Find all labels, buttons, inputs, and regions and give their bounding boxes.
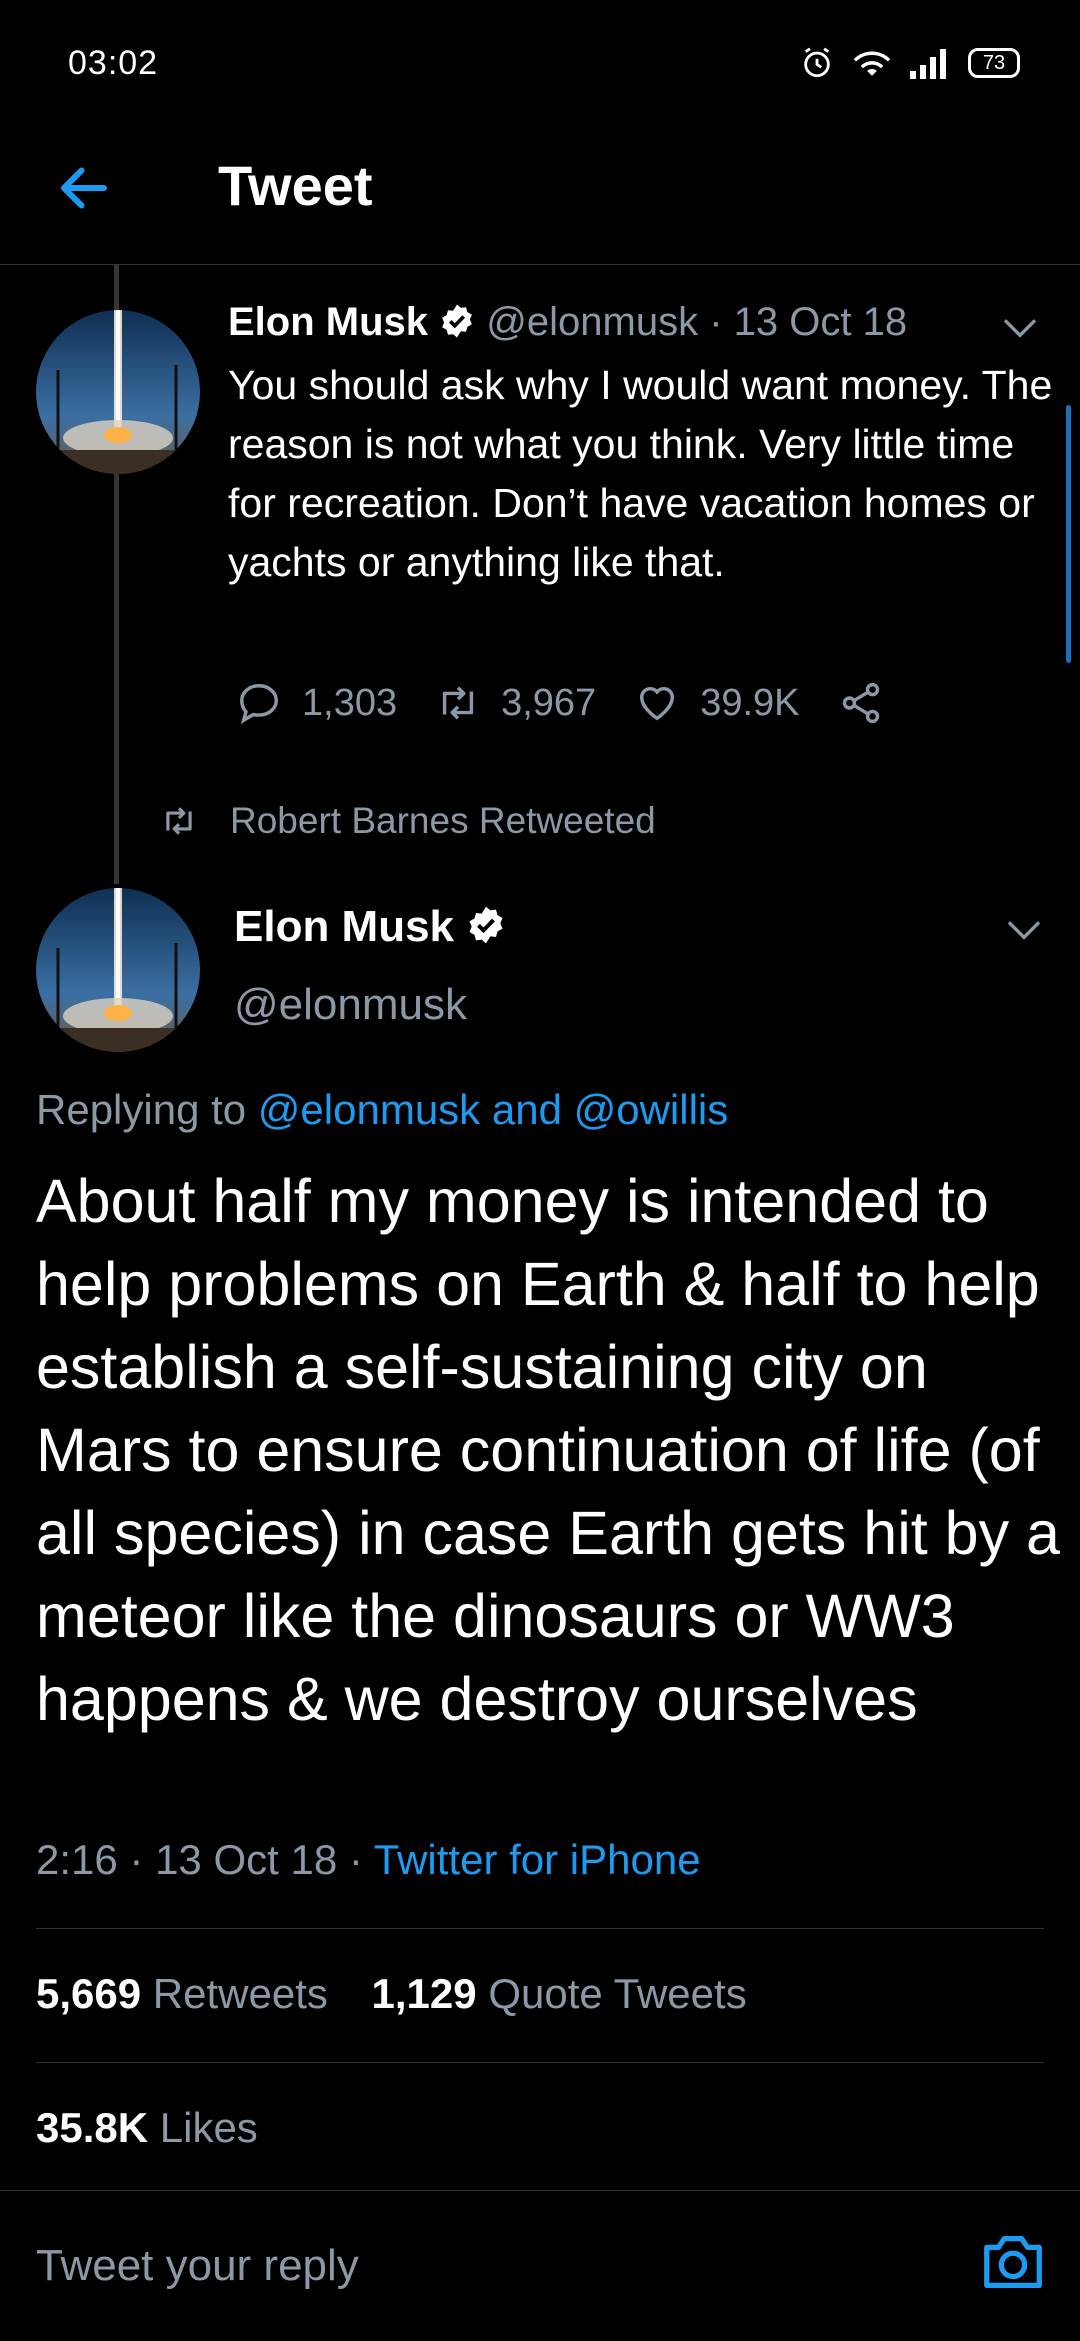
- avatar-rocket-image: [36, 310, 200, 474]
- likes-label: Likes: [159, 2104, 258, 2151]
- retweets-stat[interactable]: 5,669 Retweets: [36, 1970, 340, 2017]
- retweets-label: Retweets: [152, 1970, 328, 2017]
- retweet-count: 3,967: [501, 681, 597, 724]
- status-bar: 03:02 73: [0, 0, 1080, 130]
- replying-to-label: Replying to: [36, 1086, 247, 1133]
- parent-tweet-header: Elon Musk @elonmusk · 13 Oct 18: [228, 300, 907, 345]
- scrollbar[interactable]: [1066, 405, 1071, 663]
- chevron-down-icon[interactable]: [1004, 914, 1044, 944]
- like-count: 39.9K: [700, 681, 800, 724]
- quote-tweets-count: 1,129: [371, 1970, 477, 2017]
- alarm-icon: [804, 47, 830, 78]
- divider: [36, 2062, 1044, 2063]
- tweet-date: 13 Oct 18: [155, 1836, 338, 1883]
- reply-input[interactable]: Tweet your reply: [36, 2241, 359, 2291]
- battery-indicator: 73: [968, 48, 1020, 78]
- separator-dot: ·: [709, 300, 723, 344]
- camera-icon[interactable]: [978, 2227, 1048, 2297]
- likes-stat[interactable]: 35.8K Likes: [36, 2104, 258, 2152]
- tweet-date[interactable]: 13 Oct 18: [734, 300, 907, 344]
- retweet-context[interactable]: Robert Barnes Retweeted: [160, 800, 656, 842]
- tweet-meta: 2:16 · 13 Oct 18 · Twitter for iPhone: [36, 1836, 701, 1884]
- heart-icon: [640, 686, 675, 721]
- retweet-icon: [442, 686, 474, 720]
- page-title: Tweet: [218, 154, 373, 217]
- retweet-stats: 5,669 Retweets 1,129 Quote Tweets: [36, 1970, 747, 2018]
- share-button[interactable]: [838, 680, 904, 726]
- reply-button[interactable]: 1,303: [236, 680, 397, 726]
- app-header: Tweet: [0, 130, 1080, 265]
- quote-tweets-label: Quote Tweets: [488, 1970, 747, 2017]
- main-tweet-author[interactable]: Elon Musk: [234, 902, 506, 952]
- tweet-source-link[interactable]: Twitter for iPhone: [374, 1836, 701, 1883]
- replying-to: Replying to @elonmusk and @owillis: [36, 1086, 728, 1134]
- retweet-context-text: Robert Barnes Retweeted: [230, 800, 656, 841]
- divider: [36, 1928, 1044, 1929]
- status-time: 03:02: [68, 44, 159, 82]
- avatar[interactable]: [36, 310, 200, 474]
- avatar[interactable]: [36, 888, 200, 1052]
- parent-tweet-text: You should ask why I would want money. T…: [228, 362, 1053, 585]
- replying-to-users[interactable]: @elonmusk and @owillis: [258, 1086, 728, 1133]
- separator-dot: ·: [129, 1836, 156, 1883]
- verified-badge-icon: [442, 304, 473, 338]
- chevron-down-icon[interactable]: [1000, 312, 1040, 342]
- author-handle[interactable]: @elonmusk: [234, 980, 467, 1030]
- status-icons: 73: [800, 46, 1020, 80]
- verified-badge-icon: [469, 906, 503, 944]
- signal-icon: [910, 49, 946, 79]
- likes-count: 35.8K: [36, 2104, 149, 2151]
- main-tweet-text: About half my money is intended to help …: [36, 1167, 1060, 1733]
- like-button[interactable]: 39.9K: [634, 680, 800, 726]
- share-icon: [842, 682, 879, 724]
- retweet-button[interactable]: 3,967: [435, 680, 596, 726]
- author-handle[interactable]: @elonmusk: [486, 300, 698, 344]
- reply-icon: [240, 684, 278, 724]
- retweets-count: 5,669: [36, 1970, 142, 2017]
- avatar-rocket-image: [36, 888, 200, 1052]
- reply-count: 1,303: [302, 681, 398, 724]
- back-arrow-icon[interactable]: [54, 158, 114, 218]
- parent-tweet-actions: 1,303 3,967 39.9K: [236, 680, 942, 726]
- author-name[interactable]: Elon Musk: [228, 300, 428, 344]
- wifi-icon: [853, 51, 891, 76]
- quote-tweets-stat[interactable]: 1,129 Quote Tweets: [372, 1970, 747, 2017]
- reply-composer[interactable]: Tweet your reply: [0, 2190, 1080, 2341]
- retweet-icon: [166, 807, 192, 835]
- tweet-time: 2:16: [36, 1836, 118, 1883]
- author-name: Elon Musk: [234, 902, 455, 951]
- separator-dot: ·: [348, 1836, 374, 1883]
